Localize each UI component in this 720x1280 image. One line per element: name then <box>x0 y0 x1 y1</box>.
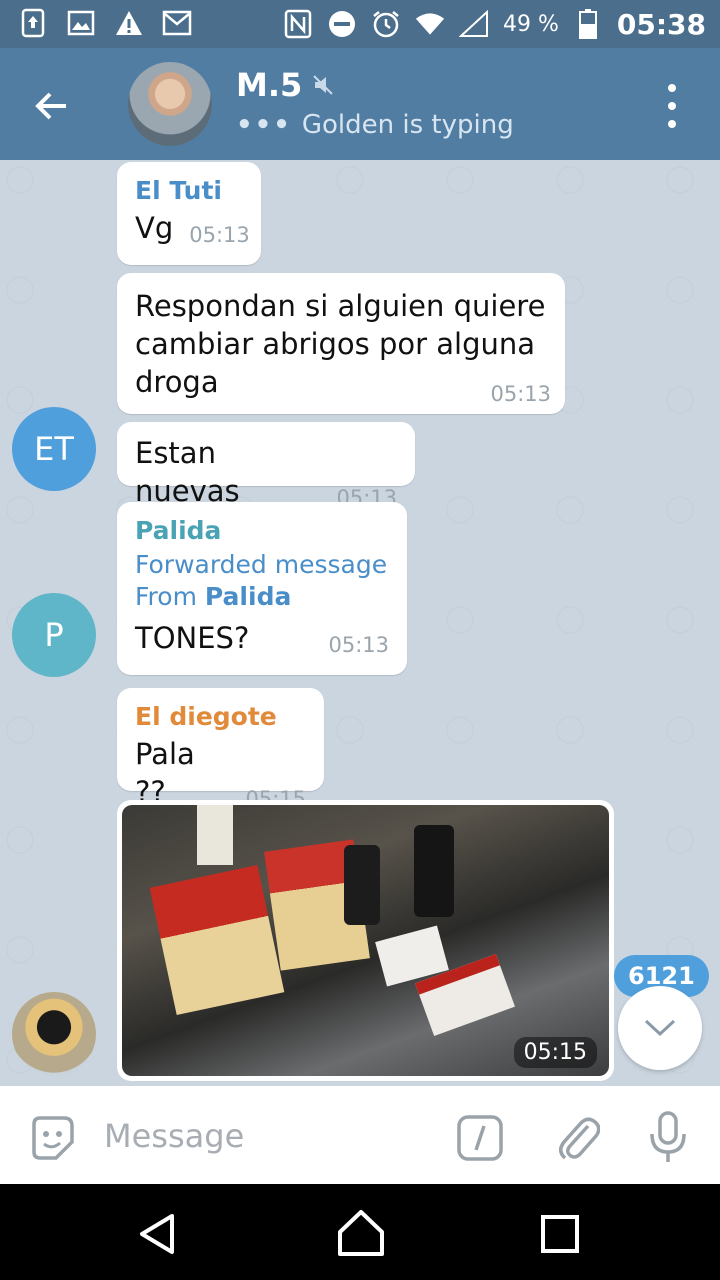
do-not-disturb-icon <box>327 9 357 39</box>
bot-command-button[interactable] <box>456 1114 504 1162</box>
forwarded-from[interactable]: From Palida <box>135 581 389 613</box>
message-bubble[interactable]: Respondan si alguien quiere cambiar abri… <box>117 273 565 414</box>
message-sender[interactable]: El Tuti <box>135 176 243 205</box>
sender-avatar[interactable]: P <box>12 593 96 677</box>
message-text: Estan nuevas <box>135 436 240 508</box>
nav-home-button[interactable] <box>334 1206 388 1260</box>
system-navigation-bar <box>0 1184 720 1280</box>
home-icon <box>338 1210 384 1256</box>
nav-back-icon <box>140 1214 174 1254</box>
wifi-icon <box>415 9 445 39</box>
slash-command-icon <box>457 1115 503 1161</box>
photo-message[interactable]: 05:15 <box>117 800 614 1081</box>
nav-recents-button[interactable] <box>540 1214 580 1254</box>
avatar-initials: ET <box>34 430 74 468</box>
chat-title-row[interactable]: M.5 <box>236 66 334 104</box>
status-bar-notifications <box>18 8 192 38</box>
message-text: Vg <box>135 211 174 245</box>
recents-icon <box>541 1215 579 1253</box>
avatar-initials: P <box>44 616 64 654</box>
chat-avatar[interactable] <box>128 62 212 146</box>
voice-record-button[interactable] <box>648 1110 688 1164</box>
status-bar: 49 % 05:38 <box>0 0 720 48</box>
sticker-icon <box>32 1116 74 1160</box>
message-time: 05:13 <box>189 223 250 247</box>
more-vert-icon <box>668 84 676 92</box>
chat-status: Golden is typing <box>301 110 514 140</box>
message-sender[interactable]: El diegote <box>135 702 306 731</box>
battery-icon <box>573 9 603 39</box>
forwarded-label: Forwarded message <box>135 550 388 579</box>
mute-icon <box>313 75 333 95</box>
message-list[interactable]: El Tuti Vg 05:13 Respondan si alguien qu… <box>0 160 720 1086</box>
warning-icon <box>114 8 144 38</box>
sender-avatar[interactable] <box>12 992 96 1076</box>
message-text: TONES? <box>135 621 250 655</box>
status-bar-system: 49 % 05:38 <box>283 6 706 42</box>
chevron-down-icon <box>644 1019 676 1037</box>
message-time: 05:15 <box>513 1037 597 1068</box>
nfc-icon <box>283 9 313 39</box>
photo-image[interactable]: 05:15 <box>122 805 609 1076</box>
forwarded-from-name[interactable]: Palida <box>205 582 291 611</box>
message-composer <box>0 1086 720 1184</box>
paperclip-icon <box>559 1117 601 1160</box>
typing-indicator: ••• <box>236 110 292 140</box>
sticker-button[interactable] <box>28 1114 76 1162</box>
arrow-left-icon <box>35 92 66 120</box>
message-bubble[interactable]: Palida Forwarded message From Palida TON… <box>117 502 407 675</box>
chat-title: M.5 <box>236 66 303 104</box>
message-text: Respondan si alguien quiere cambiar abri… <box>135 289 546 399</box>
forwarded-from-prefix: From <box>135 582 197 611</box>
nav-back-button[interactable] <box>134 1210 182 1258</box>
message-bubble[interactable]: El Tuti Vg 05:13 <box>117 162 261 265</box>
message-time: 05:13 <box>490 382 551 406</box>
sender-avatar[interactable]: ET <box>12 407 96 491</box>
scroll-down-button[interactable] <box>618 986 702 1070</box>
message-bubble[interactable]: El diegote Pala ?? 05:15 <box>117 688 324 811</box>
signal-icon <box>458 9 489 39</box>
image-notification-icon <box>66 8 96 38</box>
message-input[interactable] <box>104 1108 434 1164</box>
microphone-icon <box>650 1111 686 1162</box>
gmail-icon <box>162 8 192 38</box>
back-button[interactable] <box>30 84 74 128</box>
battery-percent: 49 % <box>502 11 559 37</box>
alarm-icon <box>371 9 401 39</box>
message-bubble[interactable]: Estan nuevas 05:13 <box>117 422 415 510</box>
chat-header: M.5 ••• Golden is typing <box>0 48 720 160</box>
chat-status-row: ••• Golden is typing <box>236 110 514 140</box>
message-sender[interactable]: Palida <box>135 516 389 545</box>
message-time: 05:13 <box>328 633 389 657</box>
attach-button[interactable] <box>554 1112 601 1162</box>
more-menu-button[interactable] <box>660 84 684 128</box>
clock: 05:38 <box>616 7 706 41</box>
upload-notification-icon <box>18 8 48 38</box>
